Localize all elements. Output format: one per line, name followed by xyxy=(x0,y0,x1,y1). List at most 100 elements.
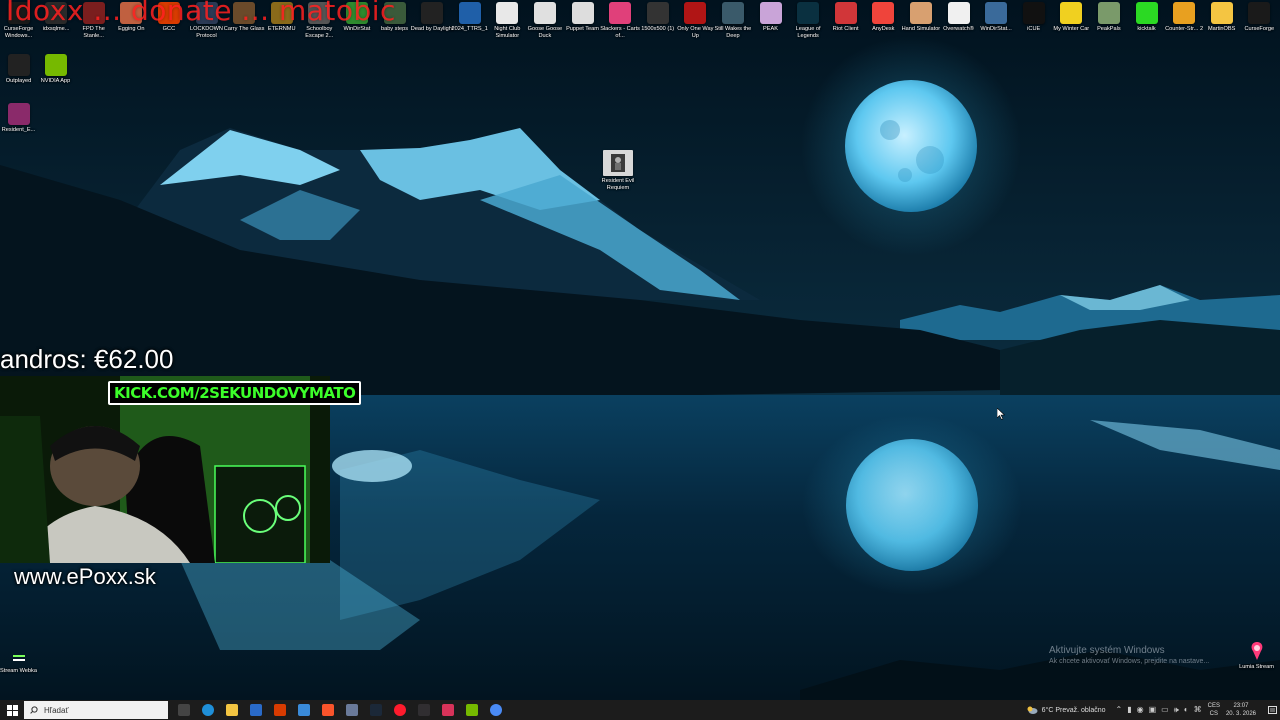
network-icon[interactable]: ▭ xyxy=(1161,705,1169,715)
desktop-icon-label: Lumia Stream xyxy=(1239,664,1274,670)
obs-icon xyxy=(418,704,430,716)
desktop-icon[interactable]: Outplayed xyxy=(0,54,37,100)
overwatch-icon xyxy=(947,2,970,24)
notification-icon xyxy=(1267,705,1277,714)
desktop-icon[interactable]: 1500x500 (1) xyxy=(639,2,676,48)
clock[interactable]: 23:07 20. 3. 2026 xyxy=(1226,702,1256,718)
taskbar-app-button[interactable] xyxy=(268,700,292,720)
tray-app-icon[interactable]: ◉ xyxy=(1137,705,1144,715)
search-placeholder: Hľadať xyxy=(44,705,69,715)
file-explorer-icon xyxy=(226,704,238,716)
desktop-icon[interactable]: Puppet Team xyxy=(564,2,601,48)
game-icon xyxy=(1060,2,1083,24)
desktop-icon[interactable]: Dead by Daylight xyxy=(411,2,453,48)
desktop-icon-label: Stream Webka xyxy=(0,668,37,674)
desktop-icon[interactable]: NVIDIA App xyxy=(37,54,74,100)
tray-app-icon[interactable]: ◐ xyxy=(1184,705,1189,715)
desktop-icon[interactable]: Counter-Str... 2 xyxy=(1165,2,1203,48)
taskbar-app-button[interactable] xyxy=(244,700,268,720)
desktop-icon-lumia-stream[interactable]: Lumia Stream xyxy=(1238,640,1275,686)
desktop-icon[interactable]: PEAK xyxy=(752,2,789,48)
desktop-icon[interactable]: CurseForge xyxy=(1241,2,1278,48)
weather-text: 6°C Prevaž. oblačno xyxy=(1041,706,1106,714)
app-icon xyxy=(346,704,358,716)
desktop-icon[interactable]: Night Club Simulator xyxy=(489,2,526,48)
start-button[interactable] xyxy=(0,700,24,720)
system-tray: 6°C Prevaž. oblačno ⌃ ▮ ◉ ▣ ▭ 🕪 ◐ ⌘ CES … xyxy=(1026,700,1280,720)
desktop-icon[interactable]: 2024_TTRS_1 xyxy=(451,2,488,48)
maps-icon xyxy=(442,704,454,716)
taskbar-app-button[interactable] xyxy=(316,700,340,720)
taskbar-search-box[interactable]: Hľadať xyxy=(24,701,168,719)
desktop-icon-stream-webka[interactable]: Stream Webka xyxy=(0,650,37,696)
cloud-icon xyxy=(1027,706,1038,714)
chevron-up-icon[interactable]: ⌃ xyxy=(1116,705,1123,715)
desktop-icon[interactable]: iCUE xyxy=(1015,2,1052,48)
taskbar-app-button[interactable] xyxy=(388,700,412,720)
taskbar-app-button[interactable] xyxy=(292,700,316,720)
winrar-icon xyxy=(7,103,30,125)
desktop-icon-label: Resident_E... xyxy=(1,127,36,133)
game-icon xyxy=(684,2,707,24)
desktop-icon[interactable]: MartinOBS xyxy=(1203,2,1240,48)
language-indicator[interactable]: CES CS xyxy=(1208,702,1220,718)
game-icon xyxy=(909,2,932,24)
icue-icon xyxy=(1022,2,1045,24)
weather-widget[interactable]: 6°C Prevaž. oblačno xyxy=(1026,705,1106,715)
desktop-icon[interactable]: My Winter Car xyxy=(1053,2,1090,48)
desktop-icon[interactable]: Resident_E... xyxy=(0,103,37,149)
desktop-icon-label: NVIDIA App xyxy=(40,78,71,84)
desktop-icon[interactable]: Only One Way Up xyxy=(677,2,714,48)
tray-app-icon[interactable]: ⌘ xyxy=(1194,705,1202,715)
desktop-icon[interactable]: Still Wakes the Deep xyxy=(714,2,751,48)
desktop-icon[interactable]: Goose Goose Duck xyxy=(526,2,563,48)
clock-time: 23:07 xyxy=(1233,703,1249,709)
resident-evil-icon xyxy=(603,150,633,176)
desktop-icon[interactable]: kicktalk xyxy=(1128,2,1165,48)
desktop-icon-label: CurseForge xyxy=(1244,26,1275,32)
lumia-icon xyxy=(1248,640,1266,662)
desktop-icon[interactable]: PeakPals xyxy=(1090,2,1127,48)
activation-subtitle: Ak chcete aktivovať Windows, prejdite na… xyxy=(1049,658,1210,665)
desktop-icon[interactable]: Riot Client xyxy=(827,2,864,48)
chart-icon xyxy=(985,2,1008,24)
tray-app-icon[interactable]: ▮ xyxy=(1127,705,1131,715)
opera-icon xyxy=(394,704,406,716)
desktop-icon-resident-evil[interactable]: Resident Evil Requiem xyxy=(601,150,635,196)
taskbar: Hľadať 6°C Prevaž. oblačno ⌃ ▮ ◉ ▣ ▭ 🕪 ◐… xyxy=(0,700,1280,720)
desktop-icon[interactable]: League of Legends xyxy=(790,2,827,48)
taskbar-app-button[interactable] xyxy=(484,700,508,720)
activation-title: Aktivujte systém Windows xyxy=(1049,645,1165,656)
taskbar-app-button[interactable] xyxy=(364,700,388,720)
game-icon xyxy=(609,2,632,24)
notepad-icon xyxy=(250,704,262,716)
desktop-icon[interactable]: Slackers - Carts of... xyxy=(600,2,640,48)
desktop-icon[interactable]: WinDirStat... xyxy=(978,2,1015,48)
kick-icon xyxy=(1135,2,1158,24)
notification-center-button[interactable] xyxy=(1264,705,1280,715)
windows-logo-icon xyxy=(6,704,18,716)
tray-app-icon[interactable]: ▣ xyxy=(1149,705,1157,715)
desktop-icon[interactable]: Overwatch® xyxy=(940,2,977,48)
desktop-icon[interactable]: AnyDesk xyxy=(865,2,902,48)
stream-icon xyxy=(11,650,27,666)
file-icon xyxy=(458,2,481,24)
desktop-wallpaper xyxy=(0,0,1280,700)
taskbar-app-button[interactable] xyxy=(436,700,460,720)
taskbar-pinned-apps xyxy=(172,700,508,720)
taskbar-app-button[interactable] xyxy=(196,700,220,720)
taskbar-app-button[interactable] xyxy=(172,700,196,720)
volume-icon[interactable]: 🕪 xyxy=(1174,705,1179,715)
chrome-icon xyxy=(490,704,502,716)
taskbar-app-button[interactable] xyxy=(460,700,484,720)
mouse-cursor-icon xyxy=(996,407,1006,425)
taskbar-app-button[interactable] xyxy=(412,700,436,720)
desktop-icon[interactable]: Hand Simulator xyxy=(902,2,940,48)
game-icon xyxy=(421,2,444,24)
curseforge-icon xyxy=(1248,2,1271,24)
anydesk-icon xyxy=(872,2,895,24)
taskbar-app-button[interactable] xyxy=(340,700,364,720)
nvidia-icon xyxy=(44,54,67,76)
taskbar-app-button[interactable] xyxy=(220,700,244,720)
search-icon xyxy=(30,706,38,714)
